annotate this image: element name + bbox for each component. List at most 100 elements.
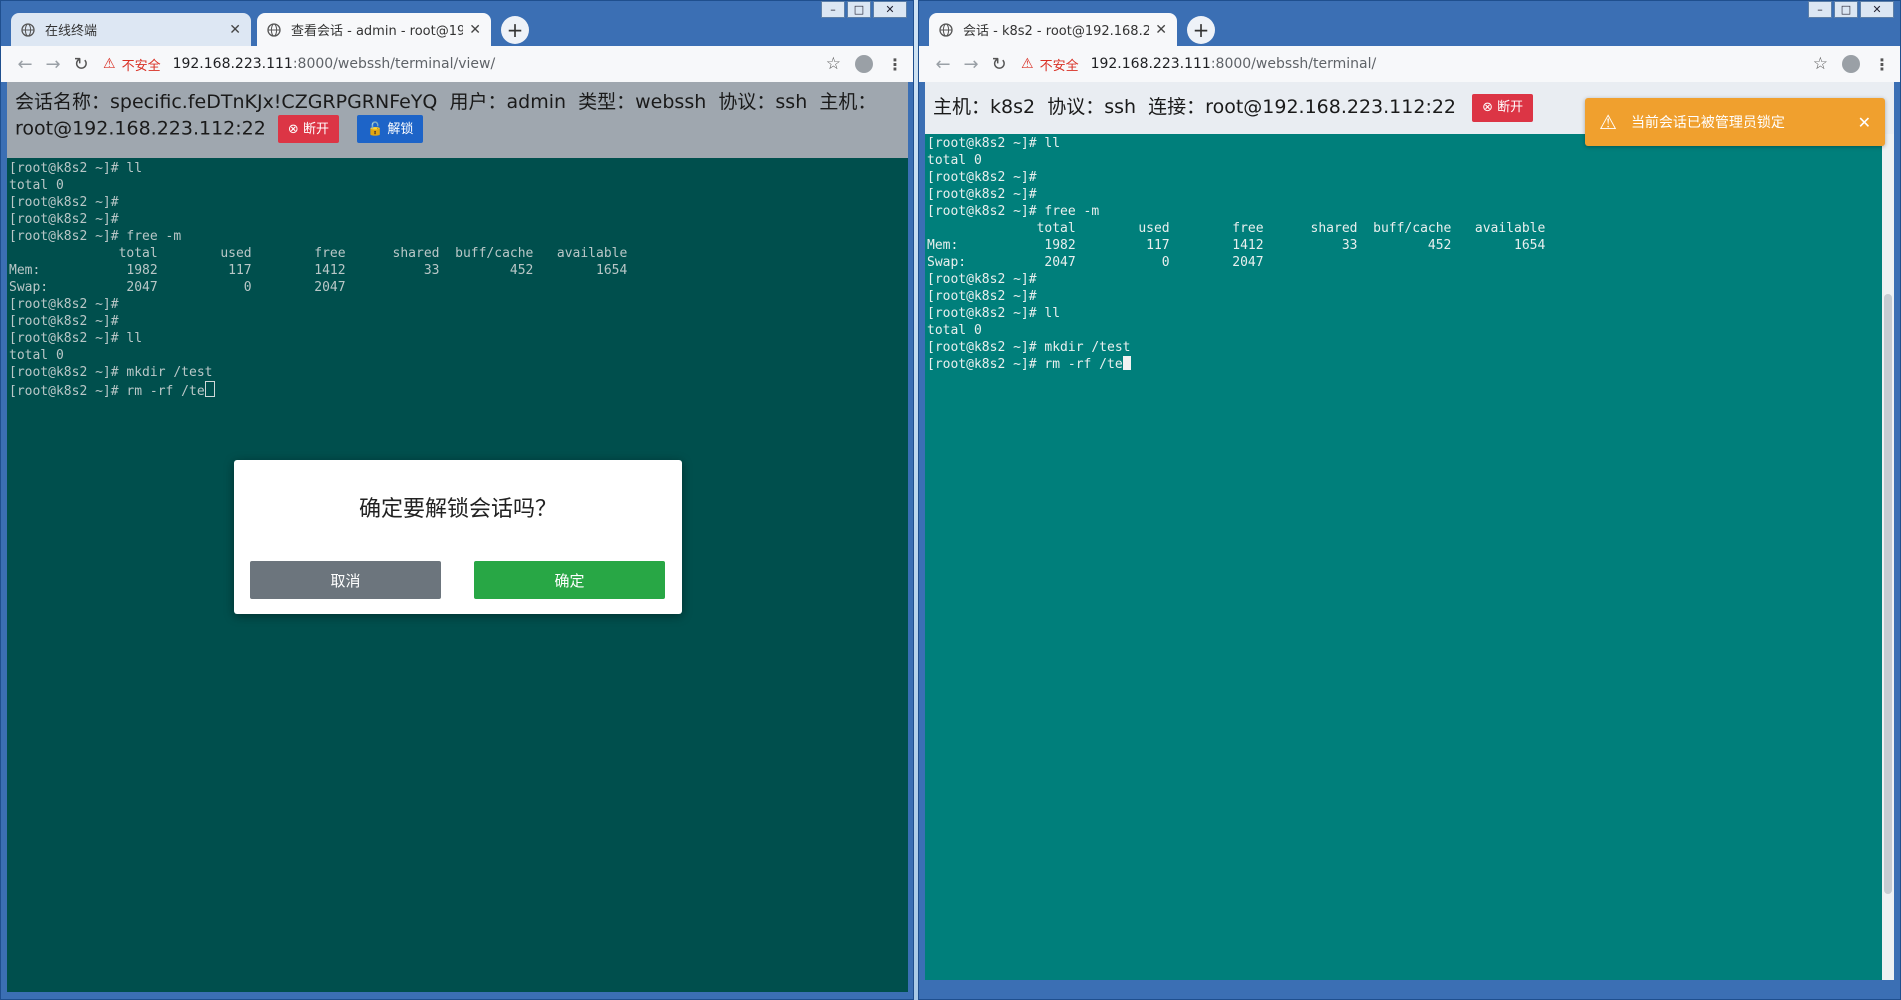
bookmark-star-icon[interactable]: ☆	[1813, 54, 1828, 74]
reload-button[interactable]: ↻	[985, 54, 1013, 75]
terminal-line: [root@k8s2 ~]# ll	[927, 136, 1061, 151]
minimize-button[interactable]: –	[821, 1, 845, 18]
bookmark-star-icon[interactable]: ☆	[826, 54, 841, 74]
dialog-title: 确定要解锁会话吗？	[358, 497, 557, 522]
close-icon[interactable]: ✕	[1858, 113, 1871, 132]
terminal-scrollbar[interactable]	[1882, 134, 1894, 980]
connect-label: 连接：	[1148, 96, 1206, 118]
reload-button[interactable]: ↻	[67, 54, 95, 75]
host-label: 主机：	[819, 91, 877, 113]
address-bar[interactable]: ⚠ 不安全 192.168.223.111:8000/webssh/termin…	[103, 51, 826, 77]
address-bar[interactable]: ⚠ 不安全 192.168.223.111:8000/webssh/termin…	[1021, 51, 1813, 77]
menu-icon[interactable]: ⋮	[887, 55, 903, 74]
protocol-label: 协议：	[718, 91, 776, 113]
new-tab-button[interactable]: +	[1187, 16, 1215, 44]
terminal-line: [root@k8s2 ~]# free -m	[9, 229, 182, 244]
forward-button[interactable]: →	[957, 54, 985, 75]
protocol-value: ssh	[775, 91, 808, 113]
session-name-value: specific.feDTnKJx!CZGRPGRNFeYQ	[110, 91, 438, 113]
terminal-line-text: [root@k8s2 ~]# rm -rf /te	[927, 357, 1123, 372]
disconnect-label: 断开	[1497, 99, 1524, 115]
right-browser-toolbar: ← → ↻ ⚠ 不安全 192.168.223.111:8000/webssh/…	[919, 46, 1900, 82]
terminal-line: total 0	[9, 348, 64, 363]
unlock-label: 解锁	[387, 121, 414, 137]
close-window-button[interactable]: ✕	[1860, 1, 1894, 18]
minimize-button[interactable]: –	[1808, 1, 1832, 18]
tab-label: 在线终端	[45, 24, 98, 39]
terminal-line: Swap: 2047 0 2047	[9, 280, 346, 295]
terminal-cursor	[204, 381, 215, 397]
left-tab-strip: 在线终端 ✕ 查看会话 - admin - root@192.1 ✕ +	[1, 1, 913, 46]
close-tab-icon[interactable]: ✕	[229, 22, 241, 38]
maximize-button[interactable]: □	[847, 1, 871, 18]
unlock-button[interactable]: 🔓 解锁	[357, 115, 424, 143]
scrollbar-thumb[interactable]	[1884, 294, 1892, 894]
back-button[interactable]: ←	[929, 54, 957, 75]
terminal-line: Mem: 1982 117 1412 33 452 1654	[9, 263, 628, 278]
tab-label: 会话 - k8s2 - root@192.168.22	[963, 24, 1150, 39]
left-browser-window: – □ ✕ 在线终端 ✕ 查看会话 - admin - root@192.1 ✕…	[0, 0, 914, 1000]
disconnect-button[interactable]: ⊗ 断开	[277, 115, 339, 143]
menu-icon[interactable]: ⋮	[1874, 55, 1890, 74]
warning-icon: ⚠	[1599, 110, 1617, 134]
terminal-line: [root@k8s2 ~]# rm -rf /te	[9, 381, 627, 400]
security-warning[interactable]: ⚠ 不安全	[1021, 55, 1079, 74]
profile-avatar[interactable]	[1842, 55, 1860, 73]
right-browser-window: – □ ✕ 会话 - k8s2 - root@192.168.22 ✕ + ← …	[918, 0, 1901, 1000]
security-warning[interactable]: ⚠ 不安全	[103, 55, 161, 74]
forward-button[interactable]: →	[39, 54, 67, 75]
close-tab-icon[interactable]: ✕	[469, 22, 481, 38]
terminal-line: total used free shared buff/cache availa…	[927, 221, 1546, 236]
session-name-label: 会话名称：	[15, 91, 111, 113]
insecure-label: 不安全	[1039, 58, 1079, 74]
close-window-button[interactable]: ✕	[873, 1, 907, 18]
disconnect-label: 断开	[302, 121, 329, 137]
terminal-cursor	[1122, 356, 1131, 370]
session-info-bar: 会话名称：specific.feDTnKJx!CZGRPGRNFeYQ 用户：a…	[7, 82, 908, 158]
right-terminal[interactable]: [root@k8s2 ~]# ll total 0 [root@k8s2 ~]# [r…	[927, 135, 1545, 373]
disconnect-icon: ⊗	[287, 121, 299, 137]
toast-message: 当前会话已被管理员锁定	[1630, 115, 1785, 131]
warning-icon: ⚠	[1021, 56, 1034, 72]
tab-session-k8s2[interactable]: 会话 - k8s2 - root@192.168.22 ✕	[929, 13, 1177, 46]
left-window-controls: – □ ✕	[821, 1, 907, 18]
terminal-line: [root@k8s2 ~]#	[927, 170, 1037, 185]
connect-value: root@192.168.223.112:22	[1205, 96, 1457, 118]
warning-icon: ⚠	[103, 56, 116, 72]
globe-icon	[939, 22, 953, 37]
disconnect-button[interactable]: ⊗ 断开	[1472, 93, 1534, 122]
new-tab-button[interactable]: +	[501, 16, 529, 44]
host-value: root@192.168.223.112:22	[15, 117, 266, 140]
protocol-label: 协议：	[1047, 96, 1105, 118]
terminal-line: [root@k8s2 ~]#	[9, 314, 119, 329]
profile-avatar[interactable]	[855, 55, 873, 73]
type-value: webssh	[635, 91, 707, 113]
back-button[interactable]: ←	[11, 54, 39, 75]
left-browser-toolbar: ← → ↻ ⚠ 不安全 192.168.223.111:8000/webssh/…	[1, 46, 913, 82]
right-window-controls: – □ ✕	[1808, 1, 1894, 18]
right-page: 主机：k8s2 协议：ssh 连接：root@192.168.223.112:2…	[925, 82, 1894, 980]
terminal-line: [root@k8s2 ~]# mkdir /test	[927, 340, 1131, 355]
terminal-line: total used free shared buff/cache availa…	[9, 246, 628, 261]
url-host: 192.168.223.111	[172, 56, 293, 72]
url-host: 192.168.223.111	[1090, 56, 1211, 72]
close-tab-icon[interactable]: ✕	[1155, 22, 1167, 38]
terminal-line: [root@k8s2 ~]# free -m	[927, 204, 1100, 219]
confirm-button[interactable]: 确定	[474, 561, 665, 599]
host-label: 主机：	[933, 96, 991, 118]
terminal-line: [root@k8s2 ~]#	[9, 297, 119, 312]
terminal-line: Swap: 2047 0 2047	[927, 255, 1264, 270]
terminal-line: [root@k8s2 ~]#	[927, 272, 1037, 287]
host-value: k8s2	[990, 96, 1036, 118]
terminal-line: [root@k8s2 ~]#	[9, 195, 119, 210]
terminal-line: [root@k8s2 ~]# rm -rf /te	[927, 356, 1545, 373]
tab-view-session[interactable]: 查看会话 - admin - root@192.1 ✕	[257, 13, 491, 46]
globe-icon	[21, 22, 35, 37]
terminal-line: [root@k8s2 ~]# mkdir /test	[9, 365, 213, 380]
tab-online-terminal[interactable]: 在线终端 ✕	[11, 13, 251, 46]
maximize-button[interactable]: □	[1834, 1, 1858, 18]
tab-label: 查看会话 - admin - root@192.1	[291, 24, 464, 39]
cancel-button[interactable]: 取消	[250, 561, 441, 599]
globe-icon	[267, 22, 281, 37]
left-terminal[interactable]: [root@k8s2 ~]# ll total 0 [root@k8s2 ~]# [r…	[9, 160, 627, 400]
